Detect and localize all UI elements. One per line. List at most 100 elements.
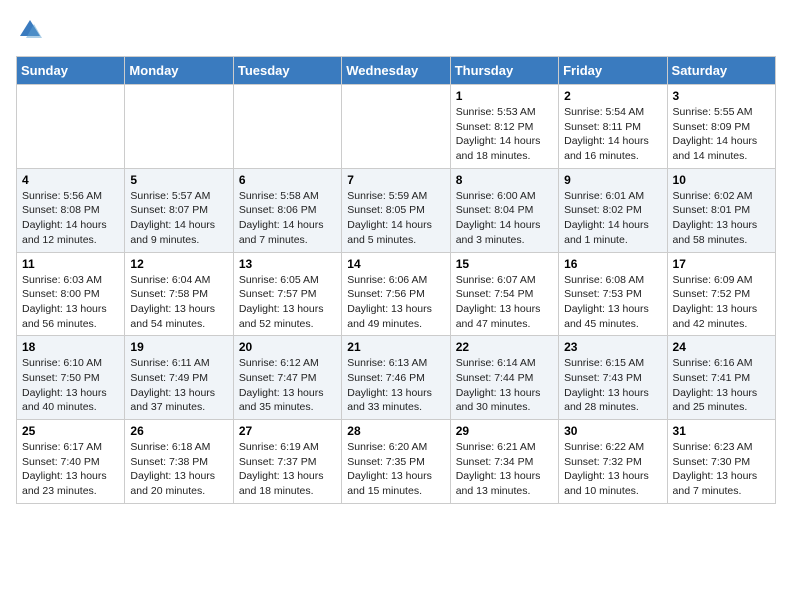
day-number: 30 (564, 424, 661, 438)
calendar-cell: 4 Sunrise: 5:56 AM Sunset: 8:08 PM Daylig… (17, 168, 125, 252)
calendar-cell: 14 Sunrise: 6:06 AM Sunset: 7:56 PM Dayli… (342, 252, 450, 336)
calendar-cell: 7 Sunrise: 5:59 AM Sunset: 8:05 PM Daylig… (342, 168, 450, 252)
week-row-1: 4 Sunrise: 5:56 AM Sunset: 8:08 PM Daylig… (17, 168, 776, 252)
day-number: 13 (239, 257, 336, 271)
day-content: Sunrise: 6:02 AM Sunset: 8:01 PM Dayligh… (673, 189, 770, 248)
calendar-table: SundayMondayTuesdayWednesdayThursdayFrid… (16, 56, 776, 504)
weekday-header-row: SundayMondayTuesdayWednesdayThursdayFrid… (17, 57, 776, 85)
calendar-cell: 23Sunrise: 6:15 AM Sunset: 7:43 PM Dayli… (559, 336, 667, 420)
day-number: 19 (130, 340, 227, 354)
day-number: 1 (456, 89, 553, 103)
day-number: 23 (564, 340, 661, 354)
calendar-cell (233, 85, 341, 169)
day-content: Sunrise: 6:23 AM Sunset: 7:30 PM Dayligh… (673, 440, 770, 499)
calendar-cell (125, 85, 233, 169)
day-number: 20 (239, 340, 336, 354)
calendar-cell: 17 Sunrise: 6:09 AM Sunset: 7:52 PM Dayli… (667, 252, 775, 336)
day-number: 28 (347, 424, 444, 438)
day-content: Sunrise: 5:59 AM Sunset: 8:05 PM Dayligh… (347, 189, 444, 248)
weekday-header-friday: Friday (559, 57, 667, 85)
day-content: Sunrise: 6:16 AM Sunset: 7:41 PM Dayligh… (673, 356, 770, 415)
day-content: Sunrise: 6:09 AM Sunset: 7:52 PM Dayligh… (673, 273, 770, 332)
day-content: Sunrise: 6:14 AM Sunset: 7:44 PM Dayligh… (456, 356, 553, 415)
day-content: Sunrise: 6:01 AM Sunset: 8:02 PM Dayligh… (564, 189, 661, 248)
day-number: 24 (673, 340, 770, 354)
day-number: 27 (239, 424, 336, 438)
day-number: 11 (22, 257, 119, 271)
day-number: 3 (673, 89, 770, 103)
day-number: 2 (564, 89, 661, 103)
calendar-cell: 2 Sunrise: 5:54 AM Sunset: 8:11 PM Daylig… (559, 85, 667, 169)
day-content: Sunrise: 6:19 AM Sunset: 7:37 PM Dayligh… (239, 440, 336, 499)
day-number: 17 (673, 257, 770, 271)
calendar-cell (342, 85, 450, 169)
day-number: 8 (456, 173, 553, 187)
day-number: 12 (130, 257, 227, 271)
day-number: 25 (22, 424, 119, 438)
logo (16, 16, 48, 44)
week-row-3: 18 Sunrise: 6:10 AM Sunset: 7:50 PM Dayli… (17, 336, 776, 420)
day-number: 6 (239, 173, 336, 187)
logo-icon (16, 16, 44, 44)
day-content: Sunrise: 6:21 AM Sunset: 7:34 PM Dayligh… (456, 440, 553, 499)
weekday-header-tuesday: Tuesday (233, 57, 341, 85)
day-content: Sunrise: 6:22 AM Sunset: 7:32 PM Dayligh… (564, 440, 661, 499)
calendar-cell: 28 Sunrise: 6:20 AM Sunset: 7:35 PM Dayli… (342, 420, 450, 504)
day-content: Sunrise: 6:10 AM Sunset: 7:50 PM Dayligh… (22, 356, 119, 415)
day-number: 10 (673, 173, 770, 187)
day-number: 7 (347, 173, 444, 187)
week-row-2: 11 Sunrise: 6:03 AM Sunset: 8:00 PM Dayli… (17, 252, 776, 336)
day-number: 18 (22, 340, 119, 354)
weekday-header-monday: Monday (125, 57, 233, 85)
day-number: 31 (673, 424, 770, 438)
calendar-cell: 16 Sunrise: 6:08 AM Sunset: 7:53 PM Dayli… (559, 252, 667, 336)
calendar-cell: 12Sunrise: 6:04 AM Sunset: 7:58 PM Dayli… (125, 252, 233, 336)
day-content: Sunrise: 6:20 AM Sunset: 7:35 PM Dayligh… (347, 440, 444, 499)
day-content: Sunrise: 6:06 AM Sunset: 7:56 PM Dayligh… (347, 273, 444, 332)
day-number: 4 (22, 173, 119, 187)
day-content: Sunrise: 5:54 AM Sunset: 8:11 PM Dayligh… (564, 105, 661, 164)
calendar-cell: 15 Sunrise: 6:07 AM Sunset: 7:54 PM Dayli… (450, 252, 558, 336)
day-content: Sunrise: 6:05 AM Sunset: 7:57 PM Dayligh… (239, 273, 336, 332)
calendar-cell: 6 Sunrise: 5:58 AM Sunset: 8:06 PM Daylig… (233, 168, 341, 252)
day-content: Sunrise: 6:08 AM Sunset: 7:53 PM Dayligh… (564, 273, 661, 332)
day-content: Sunrise: 5:58 AM Sunset: 8:06 PM Dayligh… (239, 189, 336, 248)
day-content: Sunrise: 5:56 AM Sunset: 8:08 PM Dayligh… (22, 189, 119, 248)
day-content: Sunrise: 6:11 AM Sunset: 7:49 PM Dayligh… (130, 356, 227, 415)
day-number: 29 (456, 424, 553, 438)
calendar-cell: 22Sunrise: 6:14 AM Sunset: 7:44 PM Dayli… (450, 336, 558, 420)
calendar-cell: 21Sunrise: 6:13 AM Sunset: 7:46 PM Dayli… (342, 336, 450, 420)
day-number: 9 (564, 173, 661, 187)
calendar-cell: 1 Sunrise: 5:53 AM Sunset: 8:12 PM Daylig… (450, 85, 558, 169)
day-number: 16 (564, 257, 661, 271)
weekday-header-sunday: Sunday (17, 57, 125, 85)
day-number: 15 (456, 257, 553, 271)
day-content: Sunrise: 6:07 AM Sunset: 7:54 PM Dayligh… (456, 273, 553, 332)
weekday-header-thursday: Thursday (450, 57, 558, 85)
calendar-cell: 18 Sunrise: 6:10 AM Sunset: 7:50 PM Dayli… (17, 336, 125, 420)
week-row-4: 25 Sunrise: 6:17 AM Sunset: 7:40 PM Dayli… (17, 420, 776, 504)
calendar-cell: 13 Sunrise: 6:05 AM Sunset: 7:57 PM Dayli… (233, 252, 341, 336)
day-content: Sunrise: 6:17 AM Sunset: 7:40 PM Dayligh… (22, 440, 119, 499)
day-content: Sunrise: 6:03 AM Sunset: 8:00 PM Dayligh… (22, 273, 119, 332)
calendar-cell: 10 Sunrise: 6:02 AM Sunset: 8:01 PM Dayli… (667, 168, 775, 252)
day-content: Sunrise: 6:18 AM Sunset: 7:38 PM Dayligh… (130, 440, 227, 499)
week-row-0: 1 Sunrise: 5:53 AM Sunset: 8:12 PM Daylig… (17, 85, 776, 169)
calendar-cell: 30 Sunrise: 6:22 AM Sunset: 7:32 PM Dayli… (559, 420, 667, 504)
calendar-cell: 20 Sunrise: 6:12 AM Sunset: 7:47 PM Dayli… (233, 336, 341, 420)
day-content: Sunrise: 6:12 AM Sunset: 7:47 PM Dayligh… (239, 356, 336, 415)
day-number: 14 (347, 257, 444, 271)
day-content: Sunrise: 6:13 AM Sunset: 7:46 PM Dayligh… (347, 356, 444, 415)
calendar-cell (17, 85, 125, 169)
day-number: 26 (130, 424, 227, 438)
calendar-cell: 5Sunrise: 5:57 AM Sunset: 8:07 PM Daylig… (125, 168, 233, 252)
calendar-cell: 8Sunrise: 6:00 AM Sunset: 8:04 PM Daylig… (450, 168, 558, 252)
calendar-cell: 26 Sunrise: 6:18 AM Sunset: 7:38 PM Dayli… (125, 420, 233, 504)
weekday-header-wednesday: Wednesday (342, 57, 450, 85)
calendar-cell: 31 Sunrise: 6:23 AM Sunset: 7:30 PM Dayli… (667, 420, 775, 504)
calendar-cell: 19 Sunrise: 6:11 AM Sunset: 7:49 PM Dayli… (125, 336, 233, 420)
calendar-cell: 25 Sunrise: 6:17 AM Sunset: 7:40 PM Dayli… (17, 420, 125, 504)
calendar-cell: 29 Sunrise: 6:21 AM Sunset: 7:34 PM Dayli… (450, 420, 558, 504)
calendar-cell: 9 Sunrise: 6:01 AM Sunset: 8:02 PM Daylig… (559, 168, 667, 252)
day-content: Sunrise: 5:53 AM Sunset: 8:12 PM Dayligh… (456, 105, 553, 164)
